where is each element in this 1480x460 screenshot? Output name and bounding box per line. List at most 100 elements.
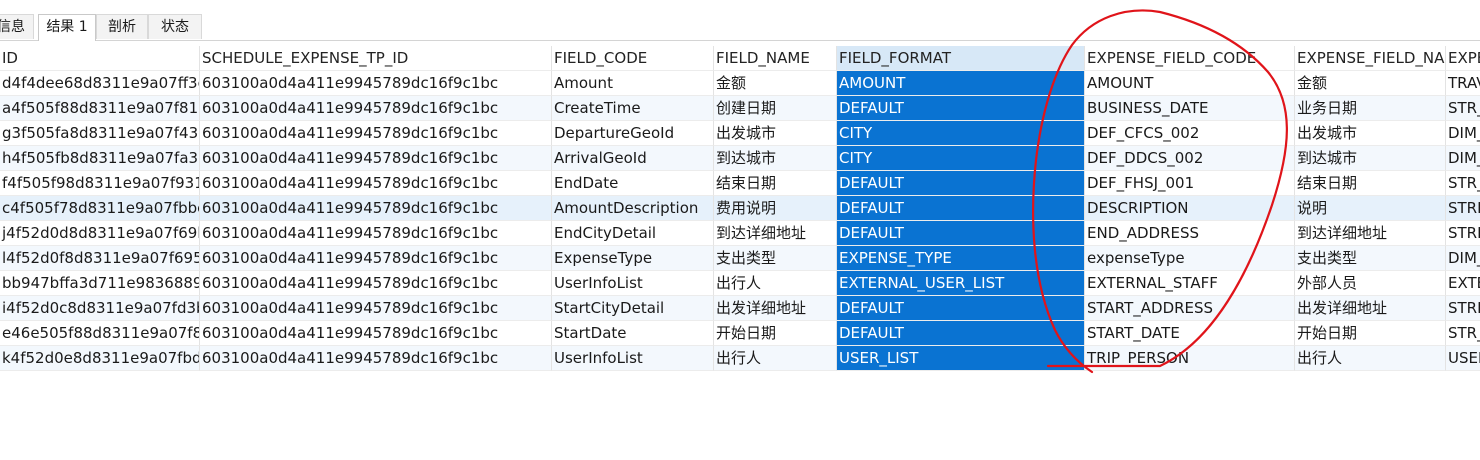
table-cell[interactable]: STRI bbox=[1446, 296, 1480, 321]
tab-info[interactable]: 信息 bbox=[0, 14, 34, 39]
column-header-expe[interactable]: EXPE bbox=[1446, 46, 1480, 71]
table-cell[interactable]: j4f52d0d8d8311e9a07f69b bbox=[0, 221, 200, 246]
table-cell[interactable]: 金额 bbox=[714, 71, 837, 96]
table-cell[interactable]: 出发城市 bbox=[1295, 121, 1446, 146]
table-cell[interactable]: EXTERNAL_USER_LIST bbox=[837, 271, 1085, 296]
table-cell[interactable]: 到达详细地址 bbox=[1295, 221, 1446, 246]
table-cell[interactable]: EXTE bbox=[1446, 271, 1480, 296]
table-cell[interactable]: bb947bffa3d711e9836889 bbox=[0, 271, 200, 296]
table-cell[interactable]: 603100a0d4a411e9945789dc16f9c1bc bbox=[200, 221, 552, 246]
table-cell[interactable]: DEF_FHSJ_001 bbox=[1085, 171, 1295, 196]
table-cell[interactable]: CITY bbox=[837, 146, 1085, 171]
table-cell[interactable]: EXTERNAL_STAFF bbox=[1085, 271, 1295, 296]
table-cell[interactable]: EndDate bbox=[552, 171, 714, 196]
table-cell[interactable]: UserInfoList bbox=[552, 271, 714, 296]
table-cell[interactable]: 603100a0d4a411e9945789dc16f9c1bc bbox=[200, 271, 552, 296]
table-cell[interactable]: AMOUNT bbox=[837, 71, 1085, 96]
table-cell[interactable]: AmountDescription bbox=[552, 196, 714, 221]
table-cell[interactable]: 开始日期 bbox=[714, 321, 837, 346]
table-cell[interactable]: 603100a0d4a411e9945789dc16f9c1bc bbox=[200, 346, 552, 371]
table-cell[interactable]: 603100a0d4a411e9945789dc16f9c1bc bbox=[200, 171, 552, 196]
column-header-schedule-expense-tp-id[interactable]: SCHEDULE_EXPENSE_TP_ID bbox=[200, 46, 552, 71]
table-cell[interactable]: 结束日期 bbox=[714, 171, 837, 196]
table-row[interactable]: a4f505f88d8311e9a07f818 603100a0d4a411e99… bbox=[0, 96, 1480, 121]
table-cell[interactable]: START_DATE bbox=[1085, 321, 1295, 346]
tab-result-1[interactable]: 结果 1 bbox=[38, 14, 96, 41]
table-cell[interactable]: DESCRIPTION bbox=[1085, 196, 1295, 221]
table-cell[interactable]: h4f505fb8d8311e9a07fa3e bbox=[0, 146, 200, 171]
tab-profile[interactable]: 剖析 bbox=[96, 14, 148, 39]
table-cell[interactable]: 开始日期 bbox=[1295, 321, 1446, 346]
table-cell[interactable]: e46e505f88d8311e9a07f81 bbox=[0, 321, 200, 346]
table-cell[interactable]: i4f52d0c8d8311e9a07fd3b bbox=[0, 296, 200, 321]
table-cell[interactable]: c4f505f78d8311e9a07fbbc bbox=[0, 196, 200, 221]
column-header-expense-field-code[interactable]: EXPENSE_FIELD_CODE bbox=[1085, 46, 1295, 71]
table-cell[interactable]: 出行人 bbox=[714, 346, 837, 371]
table-row[interactable]: h4f505fb8d8311e9a07fa3e 603100a0d4a411e99… bbox=[0, 146, 1480, 171]
table-cell[interactable]: STRI bbox=[1446, 221, 1480, 246]
table-cell[interactable]: 说明 bbox=[1295, 196, 1446, 221]
table-cell[interactable]: AMOUNT bbox=[1085, 71, 1295, 96]
table-cell[interactable]: 603100a0d4a411e9945789dc16f9c1bc bbox=[200, 146, 552, 171]
table-row[interactable]: f4f505f98d8311e9a07f931c 603100a0d4a411e9… bbox=[0, 171, 1480, 196]
table-cell[interactable]: USER_LIST bbox=[837, 346, 1085, 371]
table-cell[interactable]: 603100a0d4a411e9945789dc16f9c1bc bbox=[200, 121, 552, 146]
table-row[interactable]: j4f52d0d8d8311e9a07f69b 603100a0d4a411e99… bbox=[0, 221, 1480, 246]
table-row[interactable]: g3f505fa8d8311e9a07f43e 603100a0d4a411e99… bbox=[0, 121, 1480, 146]
table-cell[interactable]: DIM_ bbox=[1446, 146, 1480, 171]
column-header-field-code[interactable]: FIELD_CODE bbox=[552, 46, 714, 71]
table-cell[interactable]: 603100a0d4a411e9945789dc16f9c1bc bbox=[200, 196, 552, 221]
table-row[interactable]: d4f4dee68d8311e9a07ff3e 603100a0d4a411e99… bbox=[0, 71, 1480, 96]
table-row[interactable]: c4f505f78d8311e9a07fbbc 603100a0d4a411e99… bbox=[0, 196, 1480, 221]
table-cell[interactable]: STR_ bbox=[1446, 171, 1480, 196]
table-cell[interactable]: 603100a0d4a411e9945789dc16f9c1bc bbox=[200, 321, 552, 346]
table-cell[interactable]: 结束日期 bbox=[1295, 171, 1446, 196]
table-cell[interactable]: d4f4dee68d8311e9a07ff3e bbox=[0, 71, 200, 96]
table-cell[interactable]: DepartureGeoId bbox=[552, 121, 714, 146]
table-cell[interactable]: Amount bbox=[552, 71, 714, 96]
table-cell[interactable]: 出发详细地址 bbox=[714, 296, 837, 321]
table-row[interactable]: bb947bffa3d711e9836889 603100a0d4a411e994… bbox=[0, 271, 1480, 296]
table-cell[interactable]: EndCityDetail bbox=[552, 221, 714, 246]
table-cell[interactable]: 业务日期 bbox=[1295, 96, 1446, 121]
table-cell[interactable]: USER bbox=[1446, 346, 1480, 371]
table-cell[interactable]: EXPENSE_TYPE bbox=[837, 246, 1085, 271]
table-cell[interactable]: 外部人员 bbox=[1295, 271, 1446, 296]
table-cell[interactable]: 支出类型 bbox=[714, 246, 837, 271]
table-cell[interactable]: 创建日期 bbox=[714, 96, 837, 121]
table-cell[interactable]: DIM_ bbox=[1446, 246, 1480, 271]
table-cell[interactable]: 603100a0d4a411e9945789dc16f9c1bc bbox=[200, 246, 552, 271]
table-cell[interactable]: a4f505f88d8311e9a07f818 bbox=[0, 96, 200, 121]
table-cell[interactable]: 支出类型 bbox=[1295, 246, 1446, 271]
tab-status[interactable]: 状态 bbox=[148, 14, 202, 39]
table-cell[interactable]: 出行人 bbox=[714, 271, 837, 296]
table-cell[interactable]: 603100a0d4a411e9945789dc16f9c1bc bbox=[200, 296, 552, 321]
table-cell[interactable]: TRAV bbox=[1446, 71, 1480, 96]
table-cell[interactable]: CITY bbox=[837, 121, 1085, 146]
table-cell[interactable]: 到达城市 bbox=[1295, 146, 1446, 171]
column-header-id[interactable]: ID bbox=[0, 46, 200, 71]
column-header-field-format[interactable]: FIELD_FORMAT bbox=[837, 46, 1085, 71]
table-cell[interactable]: k4f52d0e8d8311e9a07fbd bbox=[0, 346, 200, 371]
table-cell[interactable]: 出发详细地址 bbox=[1295, 296, 1446, 321]
table-cell[interactable]: DEFAULT bbox=[837, 221, 1085, 246]
table-cell[interactable]: DEF_CFCS_002 bbox=[1085, 121, 1295, 146]
table-cell[interactable]: 到达城市 bbox=[714, 146, 837, 171]
table-cell[interactable]: STR_ bbox=[1446, 321, 1480, 346]
table-cell[interactable]: StartCityDetail bbox=[552, 296, 714, 321]
table-cell[interactable]: END_ADDRESS bbox=[1085, 221, 1295, 246]
table-cell[interactable]: STRI bbox=[1446, 196, 1480, 221]
table-cell[interactable]: 603100a0d4a411e9945789dc16f9c1bc bbox=[200, 71, 552, 96]
table-row[interactable]: l4f52d0f8d8311e9a07f695 603100a0d4a411e99… bbox=[0, 246, 1480, 271]
table-cell[interactable]: StartDate bbox=[552, 321, 714, 346]
table-cell[interactable]: 出行人 bbox=[1295, 346, 1446, 371]
table-cell[interactable]: 603100a0d4a411e9945789dc16f9c1bc bbox=[200, 96, 552, 121]
table-row[interactable]: k4f52d0e8d8311e9a07fbd 603100a0d4a411e994… bbox=[0, 346, 1480, 371]
table-cell[interactable]: g3f505fa8d8311e9a07f43e bbox=[0, 121, 200, 146]
table-cell[interactable]: 费用说明 bbox=[714, 196, 837, 221]
table-row[interactable]: e46e505f88d8311e9a07f81 603100a0d4a411e99… bbox=[0, 321, 1480, 346]
table-cell[interactable]: DEF_DDCS_002 bbox=[1085, 146, 1295, 171]
table-cell[interactable]: 到达详细地址 bbox=[714, 221, 837, 246]
table-cell[interactable]: DEFAULT bbox=[837, 196, 1085, 221]
table-cell[interactable]: TRIP_PERSON bbox=[1085, 346, 1295, 371]
